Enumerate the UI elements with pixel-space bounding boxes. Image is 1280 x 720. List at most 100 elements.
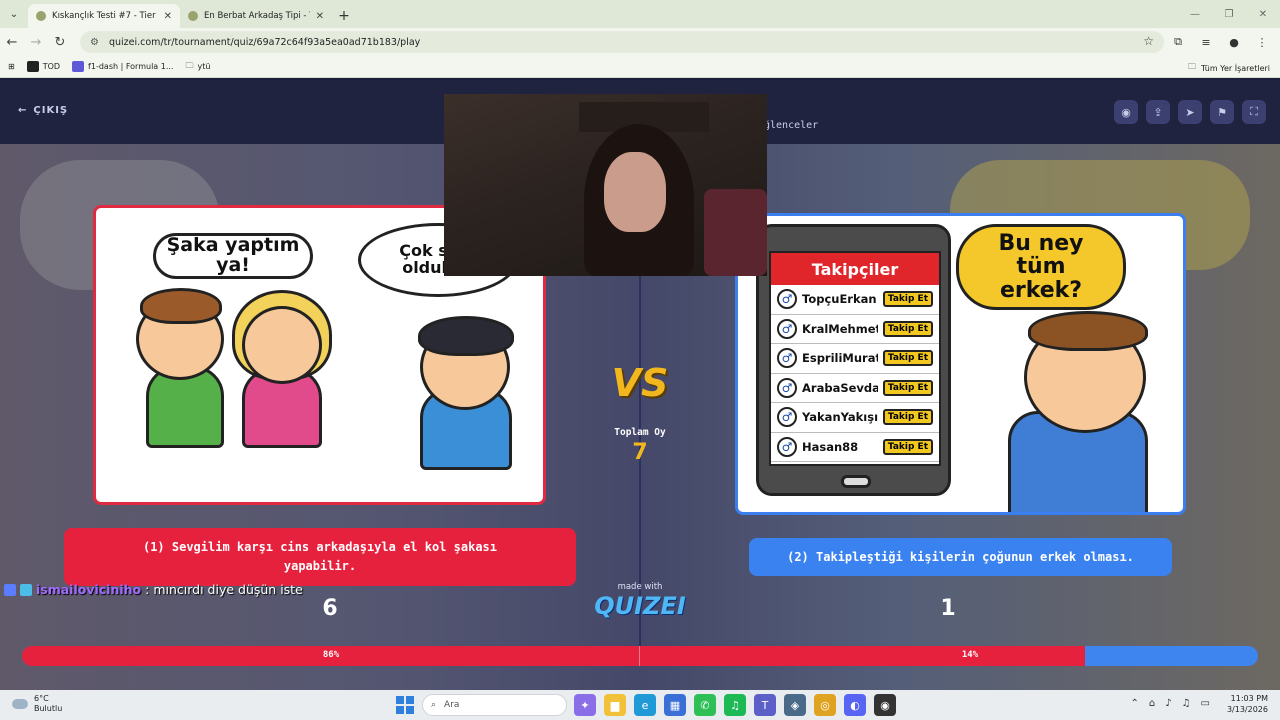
tab-close-icon[interactable]: ✕ — [164, 11, 172, 22]
browser-tabbar: ⌄ Kıskançlık Testi #7 - Tier List, Kı ✕ … — [0, 0, 1280, 28]
chat-username: ismailoviciniho — [36, 582, 142, 597]
new-tab-button[interactable]: + — [332, 4, 356, 28]
url-text: quizei.com/tr/tournament/quiz/69a72c64f9… — [108, 36, 421, 48]
browser-toolbar: ← → ↻ ⚙ quizei.com/tr/tournament/quiz/69… — [0, 28, 1280, 56]
category-label: ğlenceler — [764, 120, 819, 131]
follower-name: TopçuErkan — [802, 292, 877, 307]
spotify-icon[interactable]: ♫ — [724, 694, 746, 716]
volume-icon[interactable]: ♫ — [1182, 698, 1191, 709]
percent-right: 14% — [961, 650, 979, 660]
flag-icon[interactable]: ⚑ — [1210, 100, 1234, 124]
male-avatar-icon: ♂ — [777, 289, 797, 310]
exit-button[interactable]: ← ÇIKIŞ — [18, 105, 68, 116]
follower-name: ArabaSevdalısı — [802, 380, 878, 395]
minimize-icon[interactable]: — — [1178, 0, 1212, 28]
tab-title: En Berbat Arkadaş Tipi - Tier Lis — [204, 11, 310, 21]
male-avatar-icon: ♂ — [777, 377, 797, 398]
tab-search-icon[interactable]: ⌄ — [0, 0, 28, 28]
total-votes-value: 7 — [632, 440, 648, 465]
fullscreen-icon[interactable]: ⛶ — [1242, 100, 1266, 124]
network-icon[interactable]: ⌂ — [1149, 698, 1155, 709]
quizei-logo[interactable]: QUIZEI — [590, 592, 690, 620]
all-bookmarks[interactable]: 🗀 Tüm Yer İşaretleri — [1188, 61, 1270, 75]
send-icon[interactable]: ➤ — [1178, 100, 1202, 124]
male-avatar-icon: ♂ — [777, 407, 797, 428]
discord-icon[interactable]: ◐ — [844, 694, 866, 716]
apps-grid-icon[interactable]: ⊞ — [8, 62, 15, 71]
chat-badge-icon — [20, 583, 32, 596]
cloud-icon — [12, 698, 28, 709]
tray-expand-icon[interactable]: ⌃ — [1130, 698, 1138, 709]
weather-temp: 6°C — [34, 694, 49, 703]
phone-screen: Takipçiler ♂ TopçuErkan Takip Et ♂ KralMehme… — [769, 251, 941, 466]
chat-badge-icon — [4, 583, 16, 596]
clock-date: 3/13/2026 — [1226, 704, 1268, 714]
taskbar-search[interactable]: ⌕ Ara — [422, 694, 567, 716]
bookmark-tod[interactable]: TOD — [26, 61, 61, 72]
follower-name: Hasan88 — [802, 439, 859, 454]
phone-home-button — [841, 475, 871, 488]
bookmark-label: TOD — [42, 62, 61, 71]
option-left-button[interactable]: (1) Sevgilim karşı cins arkadaşıyla el k… — [64, 528, 576, 586]
store-icon[interactable]: ▦ — [664, 694, 686, 716]
male-avatar-icon: ♂ — [777, 348, 797, 369]
reload-icon[interactable]: ↻ — [48, 30, 72, 54]
menu-icon[interactable]: ⋮ — [1252, 30, 1272, 54]
copilot-icon[interactable]: ✦ — [574, 694, 596, 716]
follow-button: Takip Et — [882, 379, 933, 396]
vs-badge: VS — [611, 361, 669, 405]
follower-list: ♂ TopçuErkan Takip Et ♂ KralMehmet Takip Et ♂ E… — [771, 285, 939, 462]
follower-row: ♂ EspriliMurat Takip Et — [771, 344, 939, 374]
option-right-button[interactable]: (2) Takipleştiği kişilerin çoğunun erkek… — [749, 538, 1172, 576]
whatsapp-icon[interactable]: ✆ — [694, 694, 716, 716]
weather-widget[interactable]: 6°C Bulutlu — [12, 694, 62, 713]
battery-icon[interactable]: ▭ — [1201, 698, 1210, 709]
address-bar[interactable]: ⚙ quizei.com/tr/tournament/quiz/69a72c64… — [80, 31, 1164, 53]
bookmark-ytu[interactable]: 🗀 ytü — [185, 60, 210, 74]
share-icon[interactable]: ⇪ — [1146, 100, 1170, 124]
windows-taskbar: 6°C Bulutlu ⌕ Ara ✦ ▆ e ▦ ✆ ♫ T ◈ ◎ ◐ ◉ ⌃… — [0, 690, 1280, 720]
speech-bubble: Bu ney tüm erkek? — [956, 224, 1126, 310]
file-explorer-icon[interactable]: ▆ — [604, 694, 626, 716]
extensions-icon[interactable]: ⧉ — [1168, 30, 1188, 54]
tab-active[interactable]: Kıskançlık Testi #7 - Tier List, Kı ✕ — [28, 4, 180, 28]
webcam-person-face — [604, 152, 666, 232]
percent-left: 86% — [322, 650, 340, 660]
chat-overlay: ismailoviciniho : mıncırdı diye düşün is… — [4, 582, 303, 597]
restore-icon[interactable]: ❐ — [1212, 0, 1246, 28]
teams-icon[interactable]: T — [754, 694, 776, 716]
phone-illustration: Takipçiler ♂ TopçuErkan Takip Et ♂ KralMehme… — [756, 224, 951, 496]
close-window-icon[interactable]: ✕ — [1246, 0, 1280, 28]
bookmark-star-icon[interactable]: ☆ — [1143, 34, 1154, 48]
tab-inactive[interactable]: En Berbat Arkadaş Tipi - Tier Lis ✕ — [180, 4, 332, 28]
follower-row: ♂ Hasan88 Takip Et — [771, 433, 939, 462]
taskbar-clock[interactable]: 11:03 PM 3/13/2026 — [1227, 694, 1268, 716]
boy-hair — [140, 288, 222, 324]
follower-row: ♂ YakanYakışıklı Takip Et — [771, 403, 939, 433]
webcam-overlay — [444, 94, 767, 276]
eye-icon[interactable]: ◉ — [1114, 100, 1138, 124]
arrow-left-icon: ← — [18, 105, 28, 116]
app-icon[interactable]: ◈ — [784, 694, 806, 716]
option-right-card[interactable]: Takipçiler ♂ TopçuErkan Takip Et ♂ KralMehme… — [735, 213, 1186, 515]
score-right: 1 — [940, 596, 956, 621]
media-icon[interactable]: ≡ — [1196, 30, 1216, 54]
bookmark-f1dash[interactable]: f1-dash | Formula 1... — [72, 61, 173, 72]
profile-avatar[interactable]: ● — [1224, 30, 1244, 54]
follower-name: KralMehmet — [802, 321, 878, 336]
folder-icon: 🗀 — [185, 60, 194, 70]
tod-icon — [26, 61, 39, 72]
forward-icon[interactable]: → — [24, 30, 48, 54]
follow-button: Takip Et — [882, 320, 933, 337]
obs-icon[interactable]: ◉ — [874, 694, 896, 716]
tab-close-icon[interactable]: ✕ — [316, 11, 324, 22]
mic-icon[interactable]: ♪ — [1165, 698, 1171, 709]
edge-icon[interactable]: e — [634, 694, 656, 716]
chrome-icon[interactable]: ◎ — [814, 694, 836, 716]
angry-boy-hair — [418, 316, 514, 356]
site-info-icon[interactable]: ⚙ — [90, 37, 99, 48]
back-icon[interactable]: ← — [0, 30, 24, 54]
start-button[interactable] — [396, 696, 414, 714]
folder-icon: 🗀 — [1187, 62, 1196, 71]
total-votes-label: Toplam Oy — [614, 427, 666, 438]
